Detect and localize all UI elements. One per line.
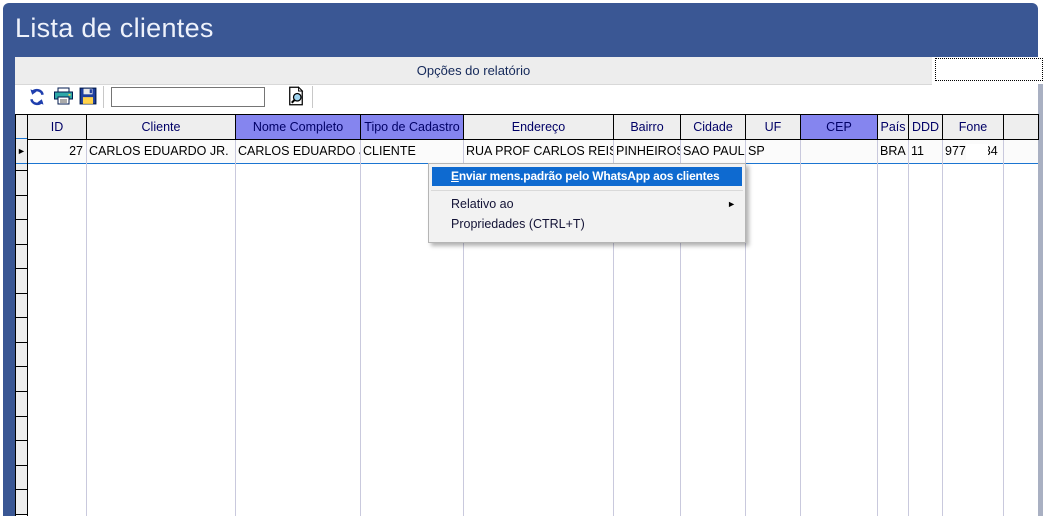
row-stub-line [16,195,27,196]
row-stub-line [16,342,27,343]
save-button[interactable] [79,87,99,107]
search-input[interactable] [111,87,265,107]
row-stub-line [16,416,27,417]
column-header-uf[interactable]: UF [745,114,801,140]
row-stub-line [16,244,27,245]
row-stub-line [16,317,27,318]
column-header-cep[interactable]: CEP [800,114,878,140]
cell-tipo_cadastro[interactable]: CLIENTE [360,139,463,163]
row-stub-line [16,293,27,294]
grid-left-border [15,114,16,516]
column-header-nome_completo[interactable]: Nome Completo [235,114,361,140]
cell-cidade[interactable]: SAO PAULO [680,139,745,163]
menu-item-whatsapp-label: Enviar mens.padrão pelo WhatsApp aos cli… [451,169,719,183]
column-header-cliente[interactable]: Cliente [86,114,236,140]
row-stub-line [16,219,27,220]
context-menu: Enviar mens.padrão pelo WhatsApp aos cli… [428,163,746,243]
cell-nome_completo[interactable]: CARLOS EDUARDO JR. [235,139,360,163]
submenu-arrow-icon: ► [727,195,736,214]
row-stub-line [16,391,27,392]
print-button[interactable] [53,87,73,107]
column-header-pais[interactable]: País [877,114,909,140]
cell-bairro[interactable]: PINHEIROS [613,139,680,163]
toolbar-separator [103,86,104,108]
grid-column-line [86,139,87,516]
grid-column-line [800,139,801,516]
grid-column-line [942,139,943,516]
menu-item-relativo-ao[interactable]: Relativo ao ► [432,195,742,214]
window-right-border [1038,84,1043,516]
cell-id[interactable]: 27 [27,139,86,163]
column-header-fone[interactable]: Fone [942,114,1004,140]
menu-item-whatsapp[interactable]: Enviar mens.padrão pelo WhatsApp aos cli… [432,167,742,186]
column-header-ddd[interactable]: DDD [908,114,943,140]
menu-item-label: Relativo ao [451,197,514,211]
report-options-bar[interactable]: Opções do relatório [15,57,932,85]
row-stub-line [16,366,27,367]
row-indicator-column [16,164,27,515]
row-stub-line [16,268,27,269]
column-header-bairro[interactable]: Bairro [613,114,681,140]
toolbar-separator [312,86,313,108]
print-icon [53,87,73,106]
cell-ddd[interactable]: 11 [908,139,942,163]
grid-column-line [877,139,878,516]
row-stub-line [16,465,27,466]
cell-extra[interactable] [1003,139,1038,163]
column-header-endereco[interactable]: Endereço [463,114,614,140]
row-stub-line [16,489,27,490]
grid-column-line [1003,139,1004,516]
save-icon [79,87,99,105]
window-title: Lista de clientes [15,13,214,44]
row-stub-line [16,170,27,171]
cell-endereco[interactable]: RUA PROF CARLOS REIS, 39 [463,139,613,163]
column-header-cidade[interactable]: Cidade [680,114,746,140]
cell-pais[interactable]: BRA [877,139,908,163]
report-options-focus-box[interactable] [935,58,1043,81]
cell-cep[interactable] [800,139,877,163]
client-list-window: Lista de clientes Opções do relatório [0,0,1043,524]
window-left-border [3,57,15,516]
cell-fone[interactable]: 97734 [942,139,1003,163]
row-stub-line [16,514,27,515]
row-arrow-icon: ► [17,146,26,156]
column-header-id[interactable]: ID [27,114,87,140]
fone-redaction [966,144,988,160]
title-bar: Lista de clientes [3,3,1038,57]
refresh-button[interactable] [28,88,48,108]
grid-column-line [360,139,361,516]
cell-uf[interactable]: SP [745,139,800,163]
current-row-indicator: ► [16,139,27,163]
cell-cliente[interactable]: CARLOS EDUARDO JR. [86,139,235,163]
preview-button[interactable] [286,86,306,106]
grid-column-line [235,139,236,516]
indicator-column-border [27,114,28,516]
menu-item-propriedades[interactable]: Propriedades (CTRL+T) [432,215,742,234]
preview-icon [286,86,306,106]
menu-separator [431,190,743,191]
column-header-tipo_cadastro[interactable]: Tipo de Cadastro [360,114,464,140]
row-stub-line [16,440,27,441]
grid-column-line [908,139,909,516]
menu-item-label: Propriedades (CTRL+T) [451,217,585,231]
refresh-icon [28,88,48,106]
column-header-extra[interactable] [1003,114,1039,140]
